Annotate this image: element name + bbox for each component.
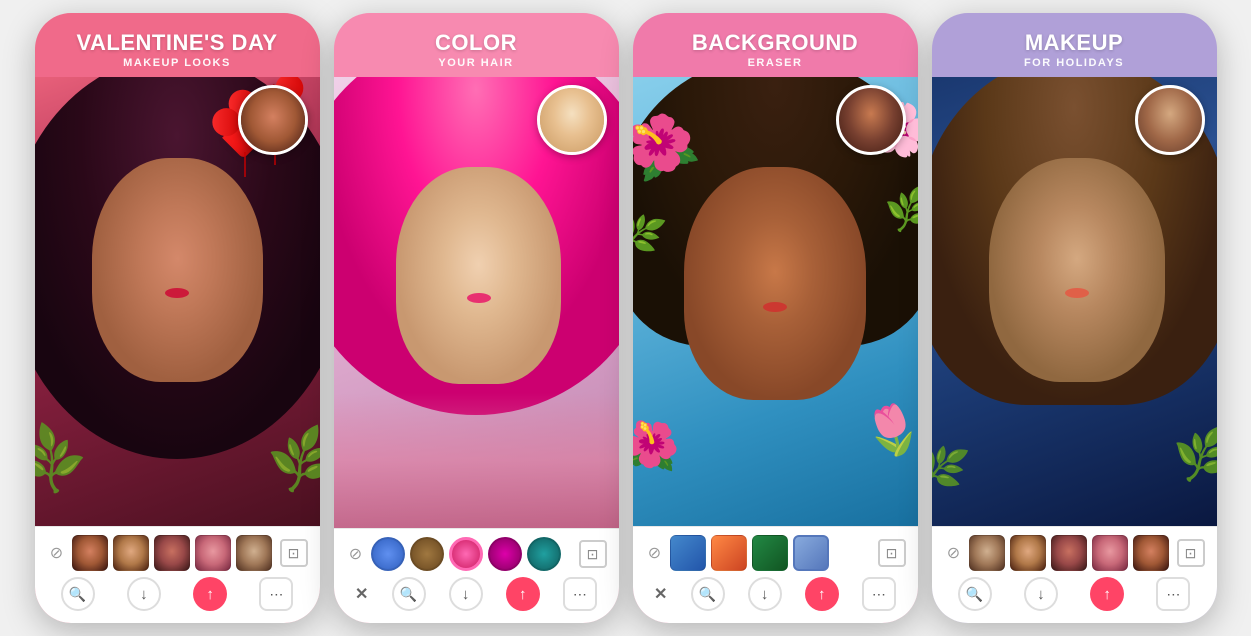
phone-1-thumb-inner: [241, 88, 305, 152]
phone-3-actions: ✕ 🔍 ↓ ↑ ⋯: [643, 577, 908, 611]
phone-4-toolbar: ⊘ ⊡ 🔍 ↓ ↑ ⋯: [932, 526, 1217, 623]
phone-4-thumbnail[interactable]: [1135, 85, 1205, 155]
phone-4-header: MAKEUP FOR HOLIDAYS: [932, 13, 1217, 77]
phone-2-swatch-brown[interactable]: [410, 537, 444, 571]
phone-1-actions: 🔍 ↓ ↑ ⋯: [45, 577, 310, 611]
phone-2-toolbar: ⊘ ⊡ ✕ 🔍 ↓ ↑ ⋯: [334, 528, 619, 623]
phone-makeup: MAKEUP FOR HOLIDAYS 🌿 🌿 ⊘: [932, 13, 1217, 623]
phone-4-swatches: ⊘ ⊡: [942, 535, 1207, 571]
phone-4-face: [989, 158, 1166, 382]
phone-1-more-btn[interactable]: ⋯: [259, 577, 293, 611]
phone-4-cancel-icon[interactable]: ⊘: [944, 543, 964, 563]
phone-1-header: VALENTINE'S DAY MAKEUP LOOKS: [35, 13, 320, 77]
phone-1-zoom-btn[interactable]: 🔍: [61, 577, 95, 611]
phone-1-toolbar: ⊘ ⊡ 🔍 ↓ ↑ ⋯: [35, 526, 320, 623]
phone-2-swatch-pink[interactable]: [449, 537, 483, 571]
phone-1-swatch-4[interactable]: [195, 535, 231, 571]
phone-3-cancel-icon[interactable]: ⊘: [645, 543, 665, 563]
phone-valentine: VALENTINE'S DAY MAKEUP LOOKS: [35, 13, 320, 623]
phone-1-swatch-3[interactable]: [154, 535, 190, 571]
phone-2-actions: ✕ 🔍 ↓ ↑ ⋯: [344, 577, 609, 611]
phone-4-swatch-1[interactable]: [969, 535, 1005, 571]
phones-container: VALENTINE'S DAY MAKEUP LOOKS: [25, 3, 1227, 633]
phone-2-swatch-magenta[interactable]: [488, 537, 522, 571]
phone-4-compare-icon[interactable]: ⊡: [1177, 539, 1205, 567]
phone-4-download-btn[interactable]: ↓: [1024, 577, 1058, 611]
phone-2-subtitle: YOUR HAIR: [350, 57, 603, 69]
phone-4-leaf-r: 🌿: [1171, 424, 1217, 486]
phone-2-lips: [467, 293, 491, 303]
phone-3-swatch-forest[interactable]: [752, 535, 788, 571]
phone-3-header: BACKGROUND ERASER: [633, 13, 918, 77]
phone-4-swatch-5[interactable]: [1133, 535, 1169, 571]
phone-4-subtitle: FOR HOLIDAYS: [948, 57, 1201, 69]
phone-4-swatch-4[interactable]: [1092, 535, 1128, 571]
phone-3-flower-bl: 🌺: [633, 415, 685, 477]
phone-3-close-btn[interactable]: ✕: [654, 584, 667, 604]
phone-2-title: COLOR: [350, 31, 603, 55]
phone-2-share-btn[interactable]: ↑: [506, 577, 540, 611]
phone-2-close-btn[interactable]: ✕: [355, 584, 368, 604]
phone-2-zoom-btn[interactable]: 🔍: [392, 577, 426, 611]
phone-3-swatch-sunset[interactable]: [711, 535, 747, 571]
phone-4-image: 🌿 🌿: [932, 77, 1217, 526]
phone-1-subtitle: MAKEUP LOOKS: [51, 57, 304, 69]
phone-3-thumbnail[interactable]: [836, 85, 906, 155]
phone-2-thumbnail[interactable]: [537, 85, 607, 155]
phone-1-share-btn[interactable]: ↑: [193, 577, 227, 611]
phone-1-face: [92, 158, 263, 382]
phone-3-title: BACKGROUND: [649, 31, 902, 55]
phone-1-compare-icon[interactable]: ⊡: [280, 539, 308, 567]
phone-2-roses: [334, 393, 619, 528]
phone-4-more-btn[interactable]: ⋯: [1156, 577, 1190, 611]
phone-3-swatch-ocean[interactable]: [670, 535, 706, 571]
phone-2-download-btn[interactable]: ↓: [449, 577, 483, 611]
phone-2-swatch-blue[interactable]: [371, 537, 405, 571]
phone-2-compare-icon[interactable]: ⊡: [579, 540, 607, 568]
phone-color-hair: COLOR YOUR HAIR ⊘ ⊡: [334, 13, 619, 623]
phone-2-more-btn[interactable]: ⋯: [563, 577, 597, 611]
phone-1-swatches: ⊘ ⊡: [45, 535, 310, 571]
phone-2-face: [396, 167, 561, 383]
phone-3-download-btn[interactable]: ↓: [748, 577, 782, 611]
phone-1-swatch-5[interactable]: [236, 535, 272, 571]
phone-1-thumbnail[interactable]: [238, 85, 308, 155]
phone-1-download-btn[interactable]: ↓: [127, 577, 161, 611]
phone-2-thumb-inner: [540, 88, 604, 152]
phone-2-cancel-icon[interactable]: ⊘: [346, 544, 366, 564]
phone-3-lips: [763, 302, 787, 312]
phone-4-swatch-3[interactable]: [1051, 535, 1087, 571]
phone-3-zoom-btn[interactable]: 🔍: [691, 577, 725, 611]
phone-2-swatches: ⊘ ⊡: [344, 537, 609, 571]
phone-3-share-btn[interactable]: ↑: [805, 577, 839, 611]
phone-1-lips: [165, 288, 189, 298]
phone-1-image: 🌿 🌿: [35, 77, 320, 526]
phone-3-face: [684, 167, 866, 400]
phone-4-swatch-2[interactable]: [1010, 535, 1046, 571]
phone-4-actions: 🔍 ↓ ↑ ⋯: [942, 577, 1207, 611]
phone-background-eraser: BACKGROUND ERASER 🌺 🌸 🌺 🌷 🌿 🌿 ⊘: [633, 13, 918, 623]
phone-2-header: COLOR YOUR HAIR: [334, 13, 619, 77]
phone-4-title: MAKEUP: [948, 31, 1201, 55]
phone-3-swatches: ⊘ ⊡: [643, 535, 908, 571]
phone-1-title: VALENTINE'S DAY: [51, 31, 304, 55]
phone-4-zoom-btn[interactable]: 🔍: [958, 577, 992, 611]
phone-3-swatch-sky[interactable]: [793, 535, 829, 571]
phone-1-cancel-icon[interactable]: ⊘: [47, 543, 67, 563]
balloon-string-2: [244, 152, 246, 177]
phone-2-swatch-teal[interactable]: [527, 537, 561, 571]
phone-3-subtitle: ERASER: [649, 57, 902, 69]
phone-1-swatch-2[interactable]: [113, 535, 149, 571]
phone-4-lips: [1065, 288, 1089, 298]
phone-3-compare-icon[interactable]: ⊡: [878, 539, 906, 567]
phone-3-more-btn[interactable]: ⋯: [862, 577, 896, 611]
phone-1-swatch-1[interactable]: [72, 535, 108, 571]
phone-2-image: [334, 77, 619, 528]
phone-3-toolbar: ⊘ ⊡ ✕ 🔍 ↓ ↑ ⋯: [633, 526, 918, 623]
phone-4-share-btn[interactable]: ↑: [1090, 577, 1124, 611]
phone-3-image: 🌺 🌸 🌺 🌷 🌿 🌿: [633, 77, 918, 526]
